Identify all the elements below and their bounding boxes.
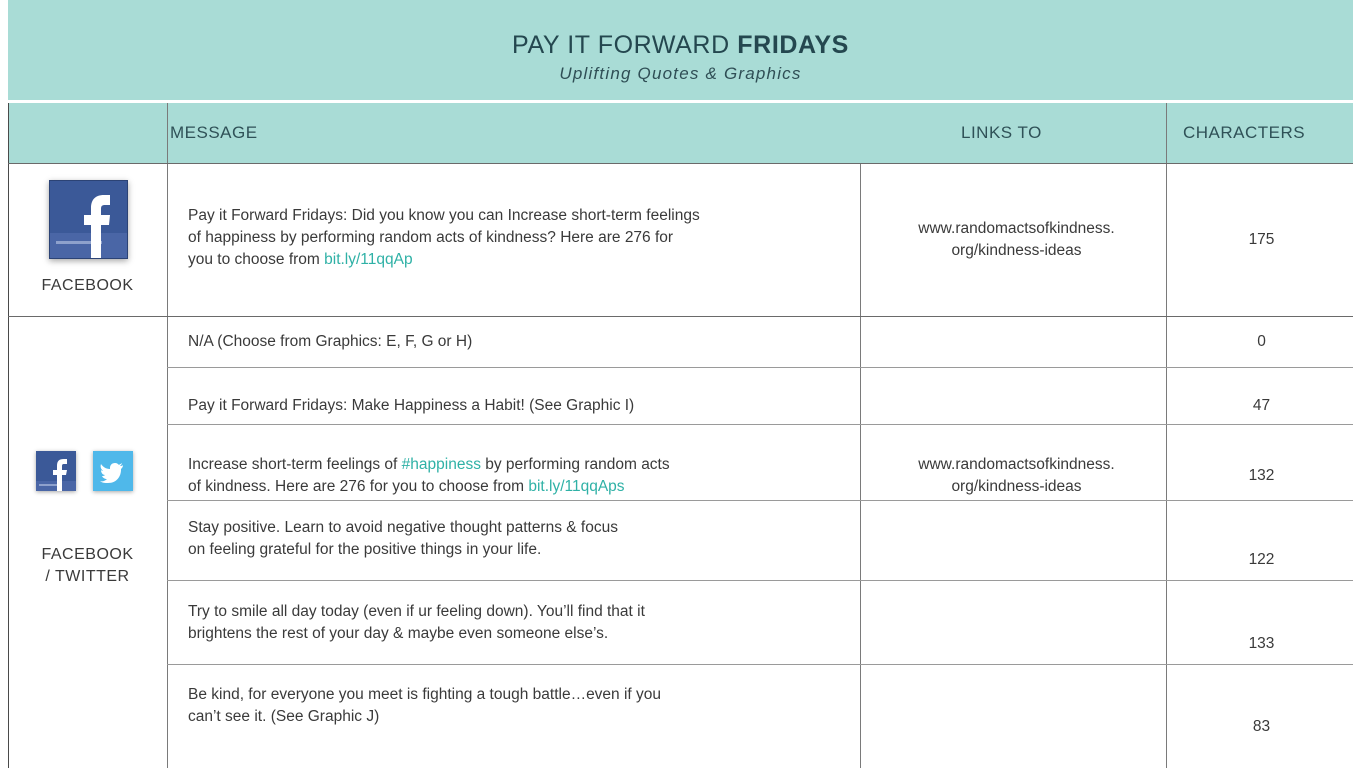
message-line: brightens the rest of your day & maybe e… (188, 625, 609, 642)
facebook-icon (49, 180, 128, 259)
message-cell: Increase short-term feelings of #happine… (188, 454, 860, 498)
characters-cell: 133 (1248, 635, 1275, 652)
grid-line (8, 163, 1353, 164)
link-url-line: org/kindness-ideas (951, 478, 1082, 495)
grid-line (167, 664, 1353, 665)
grid-line (860, 163, 861, 768)
message-line: of kindness. Here are 276 for you to cho… (188, 476, 860, 498)
column-header-characters: CHARACTERS (1183, 123, 1306, 142)
characters-cell: 175 (1248, 231, 1275, 248)
links-to-cell[interactable]: www.randomactsofkindness. org/kindness-i… (868, 454, 1165, 498)
platform-label-facebook: FACEBOOK (41, 277, 134, 294)
platform-label-line: FACEBOOK (41, 546, 134, 563)
grid-line (167, 103, 168, 768)
link-url-line: www.randomactsofkindness. (918, 456, 1115, 473)
characters-cell: 122 (1248, 551, 1275, 568)
grid-line (167, 367, 1353, 368)
column-header-links-to: LINKS TO (961, 123, 1042, 142)
grid-line (167, 500, 1353, 501)
page-subtitle: Uplifting Quotes & Graphics (559, 64, 802, 83)
message-cell: Pay it Forward Fridays: Make Happiness a… (188, 397, 635, 414)
message-line: Try to smile all day today (even if ur f… (188, 603, 645, 620)
message-line: of happiness by performing random acts o… (188, 229, 674, 246)
content-calendar-sheet: PAY IT FORWARD FRIDAYS Uplifting Quotes … (0, 0, 1353, 768)
message-text: Increase short-term feelings of (188, 456, 402, 473)
short-link[interactable]: bit.ly/11qqAps (528, 478, 624, 495)
title-plain: PAY IT FORWARD (512, 31, 730, 59)
message-cell: N/A (Choose from Graphics: E, F, G or H) (188, 333, 473, 350)
message-line: can’t see it. (See Graphic J) (188, 708, 380, 725)
hashtag-link[interactable]: #happiness (402, 456, 481, 473)
grid-line (8, 316, 1353, 317)
grid-line (167, 580, 1353, 581)
platform-label-line: / TWITTER (45, 568, 130, 585)
message-cell: Stay positive. Learn to avoid negative t… (188, 517, 860, 561)
message-text: you to choose from (188, 251, 325, 268)
characters-cell: 0 (1257, 333, 1266, 350)
message-text: by performing random acts (480, 456, 670, 473)
characters-cell: 47 (1252, 397, 1271, 414)
column-header-message: MESSAGE (170, 123, 258, 142)
short-link[interactable]: bit.ly/11qqAp (324, 251, 412, 268)
title-bold: FRIDAYS (737, 31, 849, 59)
facebook-icon (36, 451, 76, 491)
platform-label-facebook-twitter: FACEBOOK / TWITTER (8, 544, 167, 588)
characters-cell: 83 (1252, 718, 1271, 735)
characters-cell: 132 (1248, 467, 1275, 484)
grid-line (8, 103, 9, 768)
message-line: Be kind, for everyone you meet is fighti… (188, 686, 662, 703)
link-url-line: www.randomactsofkindness. (918, 220, 1115, 237)
grid-line (167, 424, 1353, 425)
page-title: PAY IT FORWARD FRIDAYS (8, 29, 1353, 61)
grid-line (1166, 103, 1167, 768)
message-cell: Be kind, for everyone you meet is fighti… (188, 684, 860, 728)
message-line: Stay positive. Learn to avoid negative t… (188, 519, 618, 536)
message-cell: Pay it Forward Fridays: Did you know you… (188, 205, 860, 271)
message-text: of kindness. Here are 276 for you to cho… (188, 478, 529, 495)
title-band: PAY IT FORWARD FRIDAYS Uplifting Quotes … (8, 0, 1353, 100)
message-line: Pay it Forward Fridays: Did you know you… (188, 207, 700, 224)
message-line: you to choose from bit.ly/11qqAp (188, 249, 860, 271)
message-line: Increase short-term feelings of #happine… (188, 454, 860, 476)
message-line: on feeling grateful for the positive thi… (188, 541, 542, 558)
message-cell: Try to smile all day today (even if ur f… (188, 601, 860, 645)
links-to-cell[interactable]: www.randomactsofkindness. org/kindness-i… (868, 218, 1165, 262)
link-url-line: org/kindness-ideas (951, 242, 1082, 259)
column-header-row: MESSAGE LINKS TO CHARACTERS (8, 103, 1353, 163)
twitter-icon (93, 451, 133, 491)
